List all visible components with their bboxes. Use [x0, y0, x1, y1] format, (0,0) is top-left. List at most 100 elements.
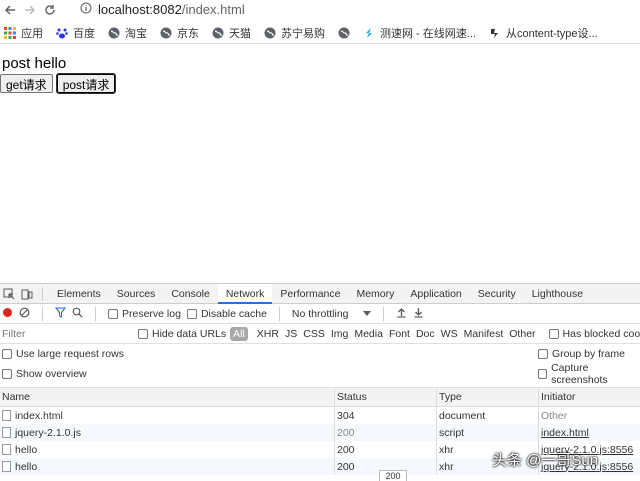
- tab-security[interactable]: Security: [470, 284, 524, 304]
- checkbox-box[interactable]: [538, 369, 548, 379]
- bookmark-tmall[interactable]: 天猫: [212, 25, 251, 41]
- address-bar[interactable]: localhost:8082/index.html: [80, 1, 245, 18]
- back-arrow-icon[interactable]: [0, 0, 20, 20]
- group-by-frame-checkbox[interactable]: Group by frame: [538, 348, 637, 360]
- type-filter-ws[interactable]: WS: [438, 328, 461, 340]
- capture-screenshots-checkbox[interactable]: Capture screenshots: [538, 362, 637, 386]
- type-filter-doc[interactable]: Doc: [413, 328, 438, 340]
- clear-icon[interactable]: [19, 307, 30, 321]
- type-filter-other[interactable]: Other: [506, 328, 538, 340]
- filter-bar: Hide data URLs All XHR JS CSS Img Media …: [0, 324, 640, 344]
- globe-icon: [108, 27, 120, 39]
- disable-cache-checkbox[interactable]: Disable cache: [186, 307, 267, 320]
- divider: [382, 306, 384, 321]
- capture-screenshots-label: Capture screenshots: [551, 362, 608, 386]
- bookmark-apps[interactable]: 应用: [4, 25, 43, 41]
- show-overview-checkbox[interactable]: Show overview: [2, 368, 87, 380]
- import-har-icon[interactable]: [396, 307, 407, 321]
- has-blocked-cookies-checkbox[interactable]: Has blocked cookies: [548, 328, 640, 340]
- bookmark-label: 淘宝: [125, 27, 147, 40]
- bookmark-label: 苏宁易购: [281, 27, 325, 40]
- type-filter-img[interactable]: Img: [328, 328, 352, 340]
- large-rows-checkbox[interactable]: Use large request rows: [2, 348, 124, 360]
- bookmark-label: 天猫: [229, 27, 251, 40]
- type-filter-css[interactable]: CSS: [300, 328, 328, 340]
- type-cell: script: [437, 424, 539, 441]
- bookmark-content-type[interactable]: 从content-type设...: [489, 25, 598, 41]
- bookmarks-bar: 应用 百度 淘宝 京东 天猫 苏宁易购 测速网 - 在线网速... 从conte…: [0, 22, 640, 44]
- tab-console[interactable]: Console: [163, 284, 218, 304]
- column-header-name[interactable]: Name: [0, 388, 335, 406]
- tab-application[interactable]: Application: [402, 284, 469, 304]
- filter-input[interactable]: [2, 325, 128, 342]
- export-har-icon[interactable]: [413, 307, 424, 321]
- column-header-type[interactable]: Type: [437, 388, 539, 406]
- type-filter-media[interactable]: Media: [351, 328, 386, 340]
- tab-lighthouse[interactable]: Lighthouse: [524, 284, 591, 304]
- device-toolbar-icon[interactable]: [18, 285, 36, 303]
- bookmark-baidu[interactable]: 百度: [56, 25, 95, 41]
- forward-arrow-icon[interactable]: [20, 0, 40, 20]
- preserve-log-checkbox[interactable]: Preserve log: [108, 308, 181, 320]
- type-filter-font[interactable]: Font: [386, 328, 413, 340]
- bookmark-unnamed[interactable]: [338, 27, 350, 39]
- request-name-cell[interactable]: hello: [0, 441, 335, 458]
- watermark: 头条 @一哥Sun: [492, 452, 599, 469]
- disable-cache-label: Disable cache: [200, 307, 267, 320]
- request-name-cell[interactable]: index.html: [0, 407, 335, 424]
- large-rows-label: Use large request rows: [16, 348, 124, 360]
- tab-performance[interactable]: Performance: [272, 284, 348, 304]
- reload-icon[interactable]: [40, 0, 60, 20]
- tab-network[interactable]: Network: [217, 283, 273, 304]
- tab-elements[interactable]: Elements: [49, 284, 109, 304]
- column-header-status[interactable]: Status: [335, 388, 437, 406]
- checkbox-box[interactable]: [548, 328, 559, 339]
- initiator-cell: Other: [541, 409, 568, 422]
- bookmark-suning[interactable]: 苏宁易购: [264, 25, 325, 41]
- baidu-paw-icon: [56, 27, 68, 39]
- request-name-cell[interactable]: jquery-2.1.0.js: [0, 424, 335, 441]
- tab-memory[interactable]: Memory: [348, 284, 402, 304]
- bookmark-taobao[interactable]: 淘宝: [108, 25, 147, 41]
- throttling-select[interactable]: No throttling: [292, 308, 371, 320]
- bookmark-speedtest[interactable]: 测速网 - 在线网速...: [363, 25, 476, 41]
- checkbox-box[interactable]: [2, 349, 12, 359]
- type-filter-js[interactable]: JS: [282, 328, 300, 340]
- initiator-link[interactable]: index.html: [541, 427, 589, 439]
- request-name: hello: [15, 460, 38, 473]
- table-row[interactable]: jquery-2.1.0.js 200 script index.html: [0, 424, 640, 441]
- filter-funnel-icon[interactable]: [54, 306, 67, 321]
- group-by-frame-label: Group by frame: [552, 348, 625, 360]
- file-icon: [2, 461, 11, 472]
- get-request-button[interactable]: get请求: [0, 74, 53, 93]
- speedtest-icon: [363, 27, 375, 39]
- button-row: get请求 post请求: [0, 73, 117, 94]
- checkbox-box[interactable]: [2, 369, 12, 379]
- hide-data-urls-checkbox[interactable]: Hide data URLs: [138, 328, 226, 340]
- type-filter-xhr[interactable]: XHR: [254, 328, 282, 340]
- record-icon[interactable]: [2, 307, 13, 321]
- checkbox-box[interactable]: [138, 328, 148, 339]
- search-icon[interactable]: [72, 307, 83, 321]
- tab-sources[interactable]: Sources: [109, 284, 164, 304]
- globe-icon: [264, 27, 276, 39]
- dropdown-arrow-icon: [362, 308, 371, 320]
- url-host: localhost:8082: [98, 2, 182, 17]
- request-name-cell[interactable]: hello: [0, 458, 335, 475]
- request-name: jquery-2.1.0.js: [15, 426, 81, 439]
- type-filter-manifest[interactable]: Manifest: [461, 328, 507, 340]
- info-icon[interactable]: [80, 2, 92, 17]
- type-filter-all[interactable]: All: [230, 326, 248, 341]
- table-row[interactable]: index.html 304 document Other: [0, 407, 640, 424]
- inspect-element-icon[interactable]: [0, 285, 18, 303]
- bookmark-label: 从content-type设...: [505, 27, 598, 40]
- column-header-initiator[interactable]: Initiator: [539, 388, 640, 406]
- checkbox-box[interactable]: [186, 308, 197, 319]
- checkbox-box[interactable]: [108, 308, 118, 319]
- status-tooltip: 200: [379, 470, 407, 481]
- checkbox-box[interactable]: [538, 349, 548, 359]
- divider: [42, 306, 43, 321]
- post-request-button[interactable]: post请求: [55, 73, 117, 94]
- bookmark-jd[interactable]: 京东: [160, 25, 199, 41]
- globe-icon: [160, 27, 172, 39]
